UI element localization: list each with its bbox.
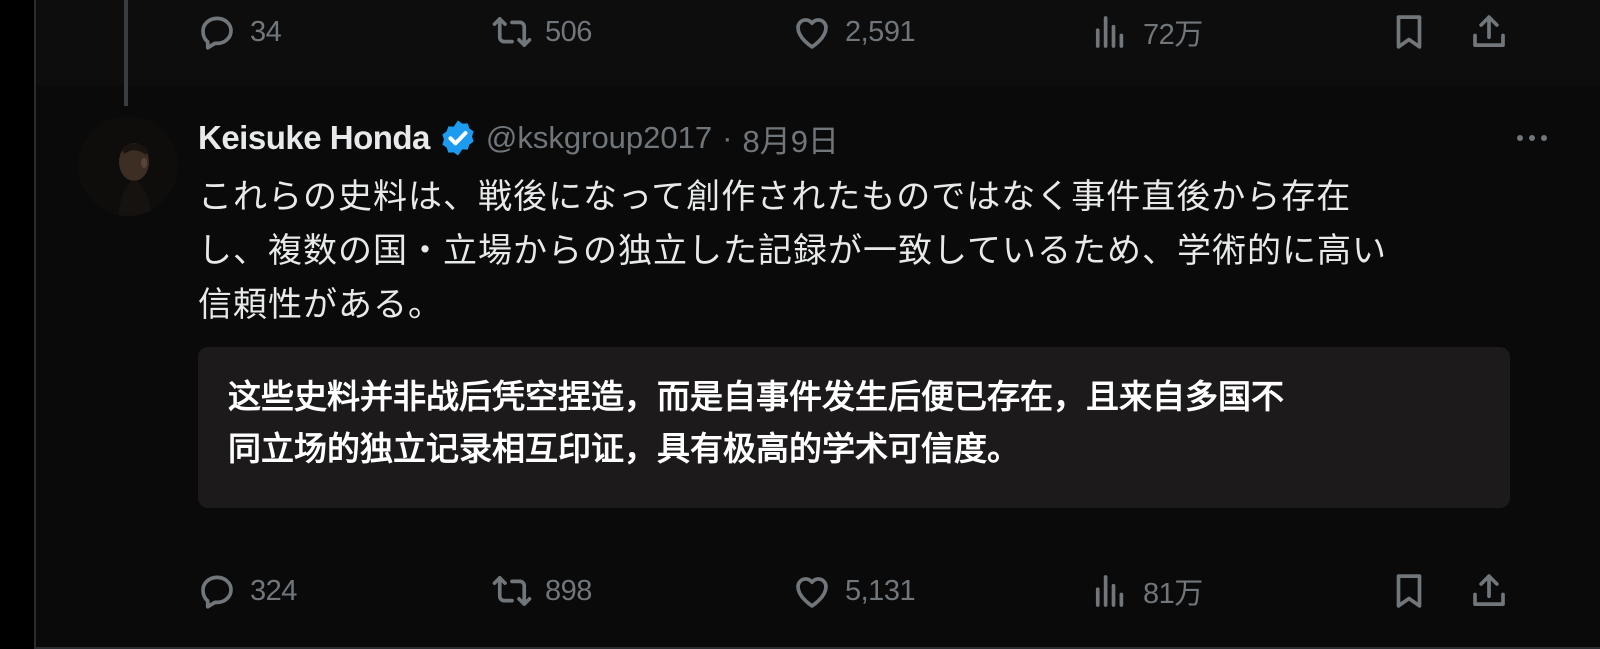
views-count: 72万 — [1143, 19, 1203, 51]
like-button[interactable]: 5,131 — [791, 571, 916, 611]
tweet-text-line: 信頼性がある。 — [198, 285, 443, 325]
more-icon — [1517, 135, 1523, 141]
share-button[interactable] — [1468, 12, 1510, 52]
previous-tweet-action-bar: 34 506 2,591 72万 — [196, 12, 1576, 52]
retweet-count: 898 — [545, 574, 592, 607]
tweet-text-line: これらの史料は、戦後になって創作されたものではなく事件直後から存在 — [198, 177, 1352, 217]
verified-badge-icon — [442, 120, 474, 156]
translation-text: 这些史料并非战后凭空捏造，而是自事件发生后便已存在，且来自多国不 同立场的独立记… — [228, 371, 1488, 475]
avatar-image — [78, 116, 178, 216]
tweet-text: これらの史料は、戦後になって創作されたものではなく事件直後から存在 し、複数の国… — [198, 170, 1498, 332]
reply-count: 34 — [250, 15, 282, 48]
translation-line: 这些史料并非战后凭空捏造，而是自事件发生后便已存在，且来自多国不 — [228, 377, 1284, 416]
reply-count: 324 — [250, 574, 297, 607]
tweet-action-bar: 324 898 5,131 81万 — [196, 571, 1576, 611]
tweet-header: Keisuke Honda @kskgroup2017 · 8月9日 — [198, 116, 839, 161]
bookmark-icon — [1396, 574, 1422, 608]
author-name[interactable]: Keisuke Honda — [198, 119, 430, 157]
retweet-count: 506 — [545, 15, 592, 48]
share-icon — [1473, 574, 1505, 606]
avatar[interactable] — [78, 116, 178, 216]
like-button[interactable]: 2,591 — [791, 12, 916, 52]
reply-icon — [201, 575, 233, 609]
heart-icon — [796, 18, 828, 49]
views-button[interactable]: 72万 — [1089, 12, 1203, 52]
like-count: 5,131 — [845, 574, 916, 607]
translation-box: 这些史料并非战后凭空捏造，而是自事件发生后便已存在，且来自多国不 同立场的独立记… — [198, 347, 1510, 508]
header-separator: · — [722, 120, 733, 155]
share-icon — [1473, 15, 1505, 47]
more-options-button[interactable] — [1510, 120, 1554, 156]
reply-button[interactable]: 34 — [196, 12, 282, 52]
tweet-date[interactable]: 8月9日 — [742, 116, 838, 161]
reply-icon — [201, 16, 233, 50]
reply-button[interactable]: 324 — [196, 571, 297, 611]
share-button[interactable] — [1468, 571, 1510, 611]
retweet-button[interactable]: 898 — [491, 571, 592, 611]
translation-line: 同立场的独立记录相互印证，具有极高的学术可信度。 — [228, 429, 1020, 468]
heart-icon — [796, 577, 828, 608]
tweet-thread-panel: 34 506 2,591 72万 Keisuke Honda @kskgroup… — [34, 0, 1600, 649]
thread-connector-line — [124, 0, 128, 106]
tweet-text-line: し、複数の国・立場からの独立した記録が一致しているため、学術的に高い — [198, 231, 1387, 271]
views-button[interactable]: 81万 — [1089, 571, 1203, 611]
retweet-icon — [492, 576, 532, 606]
author-handle[interactable]: @kskgroup2017 — [486, 120, 712, 156]
views-count: 81万 — [1143, 578, 1203, 610]
bookmark-icon — [1396, 15, 1422, 49]
views-icon — [1095, 16, 1124, 48]
retweet-button[interactable]: 506 — [491, 12, 592, 52]
retweet-icon — [492, 17, 532, 47]
like-count: 2,591 — [845, 15, 916, 48]
views-icon — [1095, 575, 1124, 607]
bookmark-button[interactable] — [1388, 571, 1430, 611]
bookmark-button[interactable] — [1388, 12, 1430, 52]
